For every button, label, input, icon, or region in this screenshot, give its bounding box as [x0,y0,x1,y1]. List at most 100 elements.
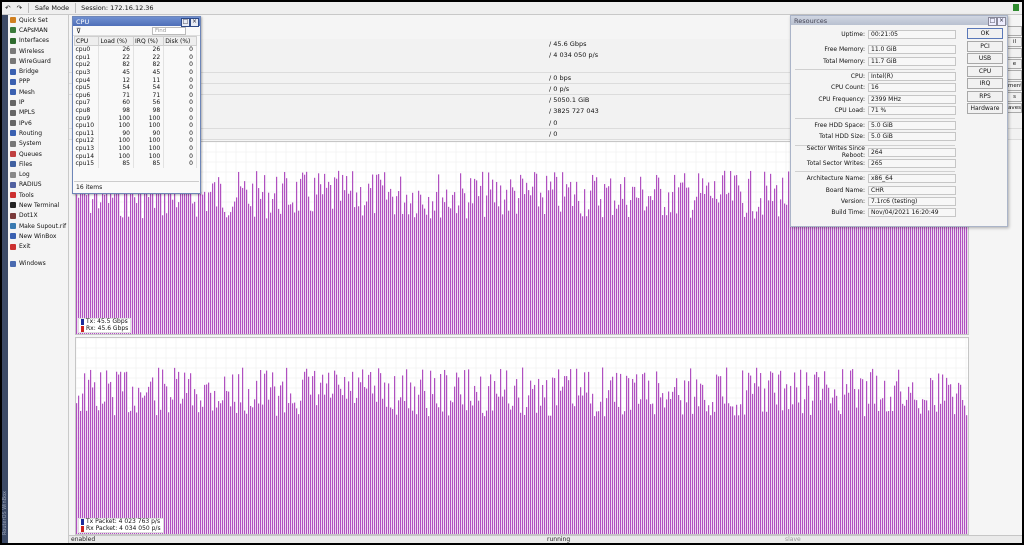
sidebar-item-exit[interactable]: Exit [8,242,68,252]
sidebar-item-label: Exit [19,243,31,251]
sidebar-item-mpls[interactable]: MPLS [8,108,68,118]
sidebar-item-log[interactable]: Log [8,169,68,179]
table-row[interactable]: cpu13 100 100 0 [74,144,197,153]
sidebar-item-tools[interactable]: Tools [8,190,68,200]
side-action-button[interactable]: il [1007,37,1022,47]
column-header[interactable]: IRQ (%) [132,36,165,46]
table-row[interactable]: cpu8 98 98 0 [74,106,197,115]
sidebar-item-system[interactable]: System [8,139,68,149]
usb-button[interactable]: USB [967,53,1003,64]
sidebar-item-wireless[interactable]: Wireless [8,46,68,56]
graph-bar [740,404,742,534]
table-row[interactable]: cpu3 45 45 0 [74,68,197,77]
table-row[interactable]: cpu10 100 100 0 [74,121,197,130]
close-icon[interactable]: × [997,17,1006,26]
sidebar-item-radius[interactable]: RADIUS [8,180,68,190]
undo-button[interactable]: ↶ [2,3,13,13]
table-row[interactable]: cpu1 22 22 0 [74,53,197,62]
filter-icon[interactable]: ⊽ [76,27,81,35]
maximize-icon[interactable]: □ [988,17,997,26]
side-action-button[interactable]: aves [1007,103,1022,113]
side-action-button[interactable]: e [1007,59,1022,69]
safe-mode-button[interactable]: Safe Mode [32,3,72,13]
find-input[interactable]: Find [152,27,186,35]
sidebar-item-label: Make Supout.rif [19,222,67,230]
sidebar-item-ip[interactable]: IP [8,97,68,107]
sidebar-item-ppp[interactable]: PPP [8,77,68,87]
sidebar-item-ipv6[interactable]: IPv6 [8,118,68,128]
table-row[interactable]: cpu14 100 100 0 [74,152,197,160]
sidebar-item-make-supout-rif[interactable]: Make Supout.rif [8,221,68,231]
graph-bar [458,377,460,534]
graph-bar [132,386,134,534]
rx-swatch [81,325,84,332]
graph-bar [966,415,968,534]
table-row[interactable]: cpu4 12 11 0 [74,76,197,84]
side-action-button[interactable] [1007,70,1022,80]
graph-bar [76,194,78,334]
side-action-button[interactable]: ment [1007,81,1022,91]
rps-button[interactable]: RPS [967,90,1003,102]
graph-bar [380,179,382,334]
cpu-window[interactable]: CPU □ × ⊽ Find CPU Load (%) IRQ (%) Disk (%… [72,16,201,194]
sidebar-item-interfaces[interactable]: Interfaces [8,36,68,46]
graph-bar [666,399,668,534]
graph-bar [584,189,586,334]
sidebar-item-files[interactable]: Files [8,159,68,169]
cpu-button[interactable]: CPU [967,65,1003,77]
graph-bar [394,376,396,534]
graph-bar [588,209,590,334]
ok-button[interactable]: OK [967,28,1003,39]
graph-bar [634,382,636,534]
table-row[interactable]: cpu5 54 54 0 [74,83,197,92]
menu-item-icon [10,140,16,147]
sidebar-item-wireguard[interactable]: WireGuard [8,56,68,66]
table-row[interactable]: cpu2 82 82 0 [74,61,197,69]
graph-bar [434,378,436,534]
column-header[interactable]: CPU [73,36,100,46]
sidebar-item-quick-set[interactable]: Quick Set [8,15,68,25]
sidebar-item-mesh[interactable]: Mesh [8,87,68,97]
sidebar-item-windows[interactable]: Windows [8,259,68,269]
graph-bar [96,405,98,534]
sidebar-item-new-terminal[interactable]: New Terminal [8,200,68,210]
irq-button[interactable]: IRQ [967,78,1003,89]
hardware-button[interactable]: Hardware [967,103,1003,114]
graph-bar [150,381,152,534]
side-action-button[interactable] [1007,26,1022,36]
table-row[interactable]: cpu7 60 56 0 [74,99,197,107]
table-row[interactable]: cpu15 85 85 0 [74,159,197,168]
table-row[interactable]: cpu9 100 100 0 [74,114,197,122]
table-row[interactable]: cpu11 90 90 0 [74,129,197,138]
graph-bar [658,177,660,334]
pci-button[interactable]: PCI [967,40,1003,52]
graph-bar [328,181,330,334]
menu-item-icon [10,233,16,240]
table-row[interactable]: cpu6 71 71 0 [74,91,197,100]
cpu-window-titlebar[interactable]: CPU □ × [73,17,200,27]
resources-window-titlebar[interactable]: Resources □ × [791,16,1007,26]
column-header[interactable]: Disk (%) [163,36,197,46]
sidebar-item-queues[interactable]: Queues [8,149,68,159]
table-row[interactable]: cpu12 100 100 0 [74,137,197,145]
redo-button[interactable]: ↷ [13,3,24,13]
table-row[interactable]: cpu0 26 26 0 [74,45,197,54]
sidebar-item-bridge[interactable]: Bridge [8,66,68,76]
column-header[interactable]: Load (%) [98,36,134,46]
traffic-legend: Tx: 45.5 Gbps Rx: 45.6 Gbps [78,318,132,333]
sidebar-item-new-winbox[interactable]: New WinBox [8,231,68,241]
sidebar-item-dot1x[interactable]: Dot1X [8,211,68,221]
interface-stat-value: / 45.6 Gbps [549,40,587,49]
graph-bar [602,217,604,334]
graph-bar [748,178,750,334]
resources-window[interactable]: Resources □ × Uptime: 00:21:05 Free Memory… [790,15,1008,227]
side-action-button[interactable] [1007,48,1022,58]
rx-packet-rate: Rx Packet: 4 034 050 p/s [86,524,161,532]
graph-bar [324,394,326,534]
graph-bar [234,201,236,334]
table-cell: cpu13 [74,144,100,153]
table-cell: 54 [133,83,165,92]
side-action-button[interactable]: s [1007,92,1022,102]
sidebar-item-capsman[interactable]: CAPsMAN [8,25,68,35]
sidebar-item-routing[interactable]: Routing [8,128,68,138]
